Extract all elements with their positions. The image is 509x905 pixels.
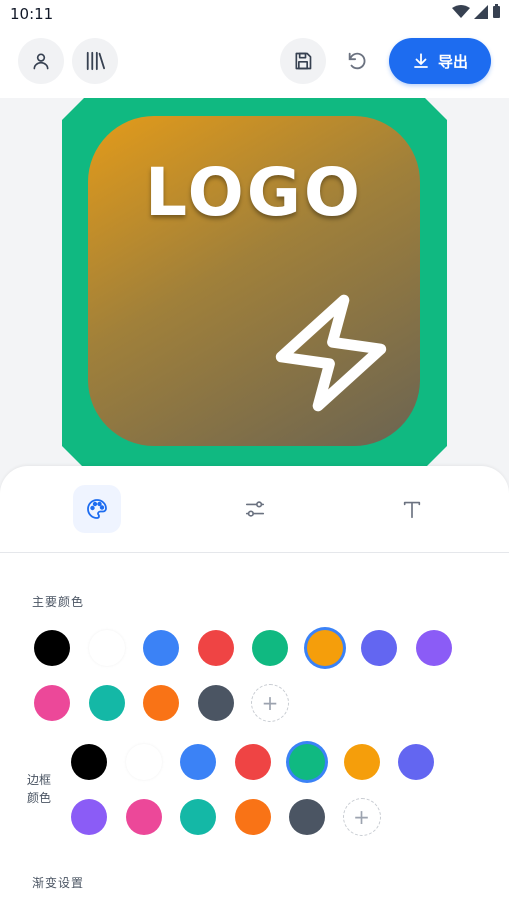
signal-icon — [474, 4, 488, 19]
add-color-button[interactable]: + — [251, 684, 289, 722]
color-swatch-6366f1[interactable] — [398, 744, 434, 780]
undo-button[interactable] — [334, 38, 380, 84]
save-icon — [295, 52, 312, 70]
export-label: 导出 — [437, 52, 468, 71]
color-swatch-4b5563[interactable] — [289, 799, 325, 835]
tab-text[interactable] — [388, 485, 436, 533]
profile-button[interactable] — [18, 38, 64, 84]
status-icons — [452, 4, 501, 19]
color-swatch-10b981[interactable] — [289, 744, 325, 780]
library-icon — [86, 51, 105, 71]
color-swatch-8b5cf6[interactable] — [71, 799, 107, 835]
color-swatch-ffffff[interactable] — [125, 744, 162, 780]
color-swatch-ec4899[interactable] — [125, 799, 162, 835]
battery-icon — [493, 4, 500, 18]
color-swatch-14b8a6[interactable] — [180, 799, 216, 835]
color-swatch-6366f1[interactable] — [361, 630, 397, 666]
color-swatch-10b981[interactable] — [252, 630, 288, 666]
add-color-button[interactable]: + — [342, 798, 381, 836]
status-time: 10:11 — [10, 5, 54, 23]
main-color-label: 主要颜色 — [32, 595, 85, 609]
color-swatch-14b8a6[interactable] — [88, 685, 125, 721]
tab-adjust[interactable] — [231, 485, 279, 533]
color-swatch-ffffff[interactable] — [88, 630, 125, 666]
user-icon — [33, 53, 49, 70]
color-swatch-000000[interactable] — [34, 630, 70, 666]
top-toolbar: 导出 — [0, 28, 509, 99]
color-swatch-8b5cf6[interactable] — [415, 630, 452, 666]
logo-background[interactable]: LOGO — [88, 116, 420, 446]
border-color-label-line1: 边框 — [27, 773, 52, 787]
border-color-label: 边框 颜色 — [27, 771, 55, 807]
panel-tabs — [0, 466, 509, 553]
undo-icon — [348, 52, 366, 70]
library-button[interactable] — [72, 38, 118, 84]
tab-colors[interactable] — [73, 485, 121, 533]
download-icon — [414, 53, 428, 68]
color-swatch-ef4444[interactable] — [197, 630, 234, 666]
border-color-label-line2: 颜色 — [27, 791, 52, 805]
color-swatch-ec4899[interactable] — [34, 685, 70, 721]
status-bar: 10:11 — [0, 0, 509, 28]
color-swatch-f97316[interactable] — [143, 685, 179, 721]
sliders-icon — [245, 501, 265, 517]
color-swatch-3b82f6[interactable] — [143, 630, 179, 666]
color-swatch-f97316[interactable] — [234, 799, 271, 835]
palette-icon — [87, 499, 107, 519]
editor-panel: 主要颜色 + 边框 颜色 + 渐变设置 — [0, 466, 509, 905]
text-icon — [403, 501, 421, 519]
color-swatch-f59e0b[interactable] — [343, 744, 380, 780]
color-swatch-f59e0b[interactable] — [306, 630, 343, 666]
color-swatch-000000[interactable] — [71, 744, 107, 780]
gradient-settings-label: 渐变设置 — [32, 876, 85, 890]
export-button[interactable]: 导出 — [389, 38, 491, 84]
color-swatch-4b5563[interactable] — [197, 685, 234, 721]
lightning-icon[interactable] — [266, 288, 396, 418]
save-button[interactable] — [280, 38, 326, 84]
wifi-icon — [452, 4, 470, 18]
canvas-area[interactable]: LOGO — [0, 98, 509, 478]
color-swatch-3b82f6[interactable] — [180, 744, 216, 780]
logo-border-frame[interactable]: LOGO — [62, 98, 447, 468]
color-swatch-ef4444[interactable] — [234, 744, 271, 780]
logo-text[interactable]: LOGO — [88, 154, 420, 231]
